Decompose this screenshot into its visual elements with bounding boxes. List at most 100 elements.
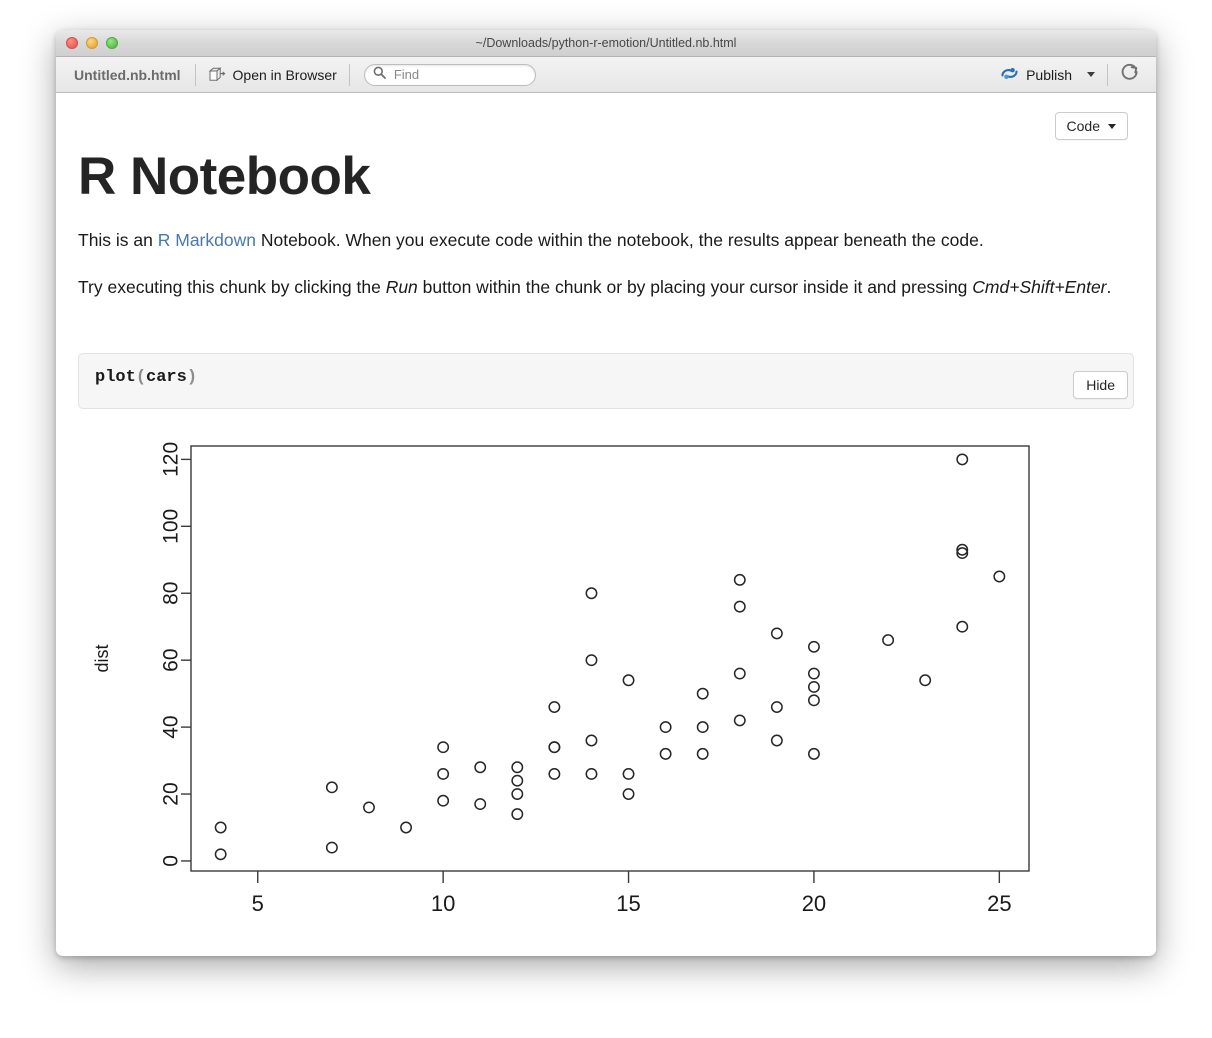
code-chunk[interactable]: plot(cars) bbox=[78, 353, 1134, 410]
data-point bbox=[474, 761, 487, 774]
code-dropdown-label: Code bbox=[1066, 118, 1100, 134]
data-point bbox=[659, 748, 672, 761]
data-point bbox=[993, 570, 1006, 583]
x-axis-tick-label: 15 bbox=[616, 891, 640, 916]
y-axis-tick-label: 40 bbox=[160, 716, 183, 739]
data-point bbox=[325, 781, 338, 794]
hide-button-label: Hide bbox=[1086, 377, 1115, 393]
data-point bbox=[325, 841, 338, 854]
refresh-button[interactable] bbox=[1114, 60, 1146, 89]
data-point bbox=[437, 741, 450, 754]
publish-button[interactable]: Publish bbox=[994, 63, 1101, 87]
publish-icon bbox=[1000, 66, 1019, 84]
data-point bbox=[511, 761, 524, 774]
r-markdown-link[interactable]: R Markdown bbox=[158, 230, 256, 250]
toolbar-divider-2 bbox=[348, 63, 350, 86]
instruction-part2: button within the chunk or by placing yo… bbox=[417, 277, 973, 298]
window-titlebar: ~/Downloads/python-r-emotion/Untitled.nb… bbox=[56, 30, 1156, 57]
y-axis-tick-label: 100 bbox=[160, 509, 183, 544]
code-function-name: plot bbox=[95, 368, 136, 388]
data-point bbox=[363, 801, 375, 814]
data-point bbox=[585, 768, 598, 781]
data-point bbox=[733, 667, 746, 680]
data-point bbox=[622, 674, 635, 687]
toolbar-divider-1 bbox=[194, 63, 196, 86]
close-button[interactable] bbox=[66, 37, 78, 49]
open-in-browser-button[interactable]: Open in Browser bbox=[198, 64, 347, 86]
open-in-browser-icon bbox=[208, 66, 226, 83]
search-input[interactable] bbox=[391, 66, 572, 83]
data-point bbox=[548, 701, 561, 714]
data-point bbox=[585, 587, 598, 600]
data-point bbox=[585, 654, 598, 667]
refresh-icon bbox=[1120, 62, 1140, 87]
window-title: ~/Downloads/python-r-emotion/Untitled.nb… bbox=[475, 36, 737, 50]
data-point bbox=[585, 734, 598, 747]
data-point bbox=[807, 667, 820, 680]
plot-output: 0 20 40 60 80 100 120 5 10 15 20 25 dist bbox=[78, 435, 1134, 935]
find-field[interactable] bbox=[363, 63, 572, 86]
intro-text-before: This is an bbox=[78, 229, 158, 250]
code-argument: cars bbox=[146, 368, 187, 388]
data-point bbox=[474, 798, 487, 811]
y-axis-title: dist bbox=[92, 645, 112, 673]
intro-text-after: Notebook. When you execute code within t… bbox=[255, 229, 984, 250]
x-axis-tick-label: 25 bbox=[987, 891, 1011, 916]
notebook-document: Code R Notebook This is an R Markdown No… bbox=[56, 93, 1156, 955]
chevron-down-icon bbox=[1108, 123, 1116, 129]
data-point bbox=[400, 821, 413, 834]
page-title: R Notebook bbox=[78, 147, 371, 206]
data-point bbox=[622, 768, 635, 781]
data-point bbox=[770, 701, 783, 714]
data-point bbox=[882, 634, 895, 647]
data-point bbox=[511, 808, 524, 821]
x-axis-tick-label: 10 bbox=[431, 891, 455, 916]
data-point bbox=[548, 768, 561, 781]
data-point bbox=[733, 601, 746, 613]
data-point bbox=[548, 741, 561, 754]
minimize-button[interactable] bbox=[86, 37, 98, 49]
code-open-paren: ( bbox=[135, 368, 147, 388]
plot-box bbox=[190, 445, 1030, 873]
data-point bbox=[696, 748, 709, 761]
run-emphasis: Run bbox=[385, 277, 418, 298]
data-point bbox=[511, 775, 524, 787]
intro-paragraph: This is an R Markdown Notebook. When you… bbox=[78, 205, 1134, 253]
toolbar-right-group: Publish bbox=[994, 60, 1146, 89]
code-close-paren: ) bbox=[186, 368, 198, 388]
search-icon bbox=[373, 66, 386, 84]
rstudio-viewer-window: ~/Downloads/python-r-emotion/Untitled.nb… bbox=[56, 30, 1156, 956]
publish-label: Publish bbox=[1026, 66, 1072, 83]
data-point bbox=[807, 681, 820, 694]
code-dropdown-button[interactable]: Code bbox=[1054, 112, 1128, 140]
instruction-part1: Try executing this chunk by clicking the bbox=[78, 277, 386, 298]
data-point bbox=[437, 795, 450, 807]
instruction-part3: . bbox=[1106, 277, 1112, 298]
data-point bbox=[696, 721, 709, 734]
data-point bbox=[770, 627, 783, 640]
code-chunk-text: plot(cars) bbox=[95, 368, 197, 387]
y-axis-tick-label: 80 bbox=[160, 582, 183, 605]
viewer-toolbar: Untitled.nb.html Open in Browser Find Pu… bbox=[56, 57, 1156, 93]
shortcut-emphasis: Cmd+Shift+Enter bbox=[972, 277, 1107, 298]
data-point bbox=[770, 734, 783, 747]
data-point bbox=[807, 641, 820, 654]
data-point bbox=[733, 574, 746, 587]
data-point bbox=[622, 788, 635, 801]
window-controls bbox=[56, 37, 118, 49]
zoom-button[interactable] bbox=[106, 37, 118, 49]
y-axis-tick-label: 120 bbox=[160, 442, 183, 477]
data-point bbox=[807, 694, 820, 707]
open-in-browser-label: Open in Browser bbox=[232, 66, 337, 83]
data-point bbox=[437, 768, 450, 781]
data-point bbox=[659, 721, 672, 734]
data-point bbox=[733, 714, 746, 727]
data-point bbox=[214, 821, 227, 834]
data-point bbox=[956, 453, 969, 466]
hide-button[interactable]: Hide bbox=[1073, 371, 1128, 399]
data-point bbox=[214, 848, 227, 861]
toolbar-filename: Untitled.nb.html bbox=[74, 66, 181, 83]
x-axis-tick-label: 5 bbox=[252, 891, 264, 916]
data-point bbox=[956, 621, 969, 633]
x-axis-tick-label: 20 bbox=[802, 891, 826, 916]
